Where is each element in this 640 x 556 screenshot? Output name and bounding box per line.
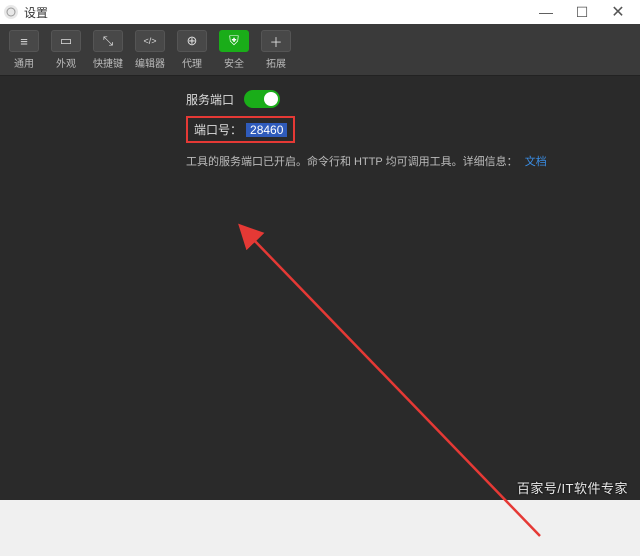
tab-shortcuts[interactable]: ⤡ 快捷键 <box>92 30 124 70</box>
tab-proxy[interactable]: ⊕ 代理 <box>176 30 208 70</box>
port-highlight-box: 端口号： 28460 <box>0 116 640 143</box>
content-area: 服务端口 端口号： 28460 工具的服务端口已开启。命令行和 HTTP 均可调… <box>0 76 640 500</box>
doc-link[interactable]: 文档 <box>525 156 547 168</box>
close-button[interactable]: ✕ <box>600 1 636 23</box>
port-value[interactable]: 28460 <box>246 123 287 137</box>
service-port-row: 服务端口 <box>0 90 640 108</box>
settings-window: 设置 — ☐ ✕ ≡ 通用 ▭ 外观 ⤡ 快捷键 </> 编辑器 ⊕ 代理 ⛨ … <box>0 0 640 500</box>
app-icon <box>4 5 18 19</box>
titlebar: 设置 — ☐ ✕ <box>0 0 640 24</box>
service-port-label: 服务端口 <box>186 91 234 108</box>
maximize-button[interactable]: ☐ <box>564 1 600 23</box>
minimize-button[interactable]: — <box>528 1 564 23</box>
code-icon: </> <box>135 30 165 52</box>
tab-general[interactable]: ≡ 通用 <box>8 30 40 70</box>
window-title: 设置 <box>24 4 48 21</box>
annotation-arrow <box>180 216 580 556</box>
port-label: 端口号： <box>194 121 242 138</box>
tab-extensions[interactable]: ＋ 拓展 <box>260 30 292 70</box>
shield-icon: ⛨ <box>219 30 249 52</box>
watermark-text: 百家号/IT软件专家 <box>517 478 628 497</box>
globe-icon: ⊕ <box>177 30 207 52</box>
tab-security[interactable]: ⛨ 安全 <box>218 30 250 70</box>
tab-editor[interactable]: </> 编辑器 <box>134 30 166 70</box>
port-description: 工具的服务端口已开启。命令行和 HTTP 均可调用工具。详细信息： 文档 <box>0 153 640 169</box>
tab-appearance[interactable]: ▭ 外观 <box>50 30 82 70</box>
plus-icon: ＋ <box>261 30 291 52</box>
menu-icon: ≡ <box>9 30 39 52</box>
service-port-toggle[interactable] <box>244 90 280 108</box>
layout-icon: ▭ <box>51 30 81 52</box>
expand-icon: ⤡ <box>93 30 123 52</box>
toolbar: ≡ 通用 ▭ 外观 ⤡ 快捷键 </> 编辑器 ⊕ 代理 ⛨ 安全 ＋ 拓展 <box>0 24 640 76</box>
